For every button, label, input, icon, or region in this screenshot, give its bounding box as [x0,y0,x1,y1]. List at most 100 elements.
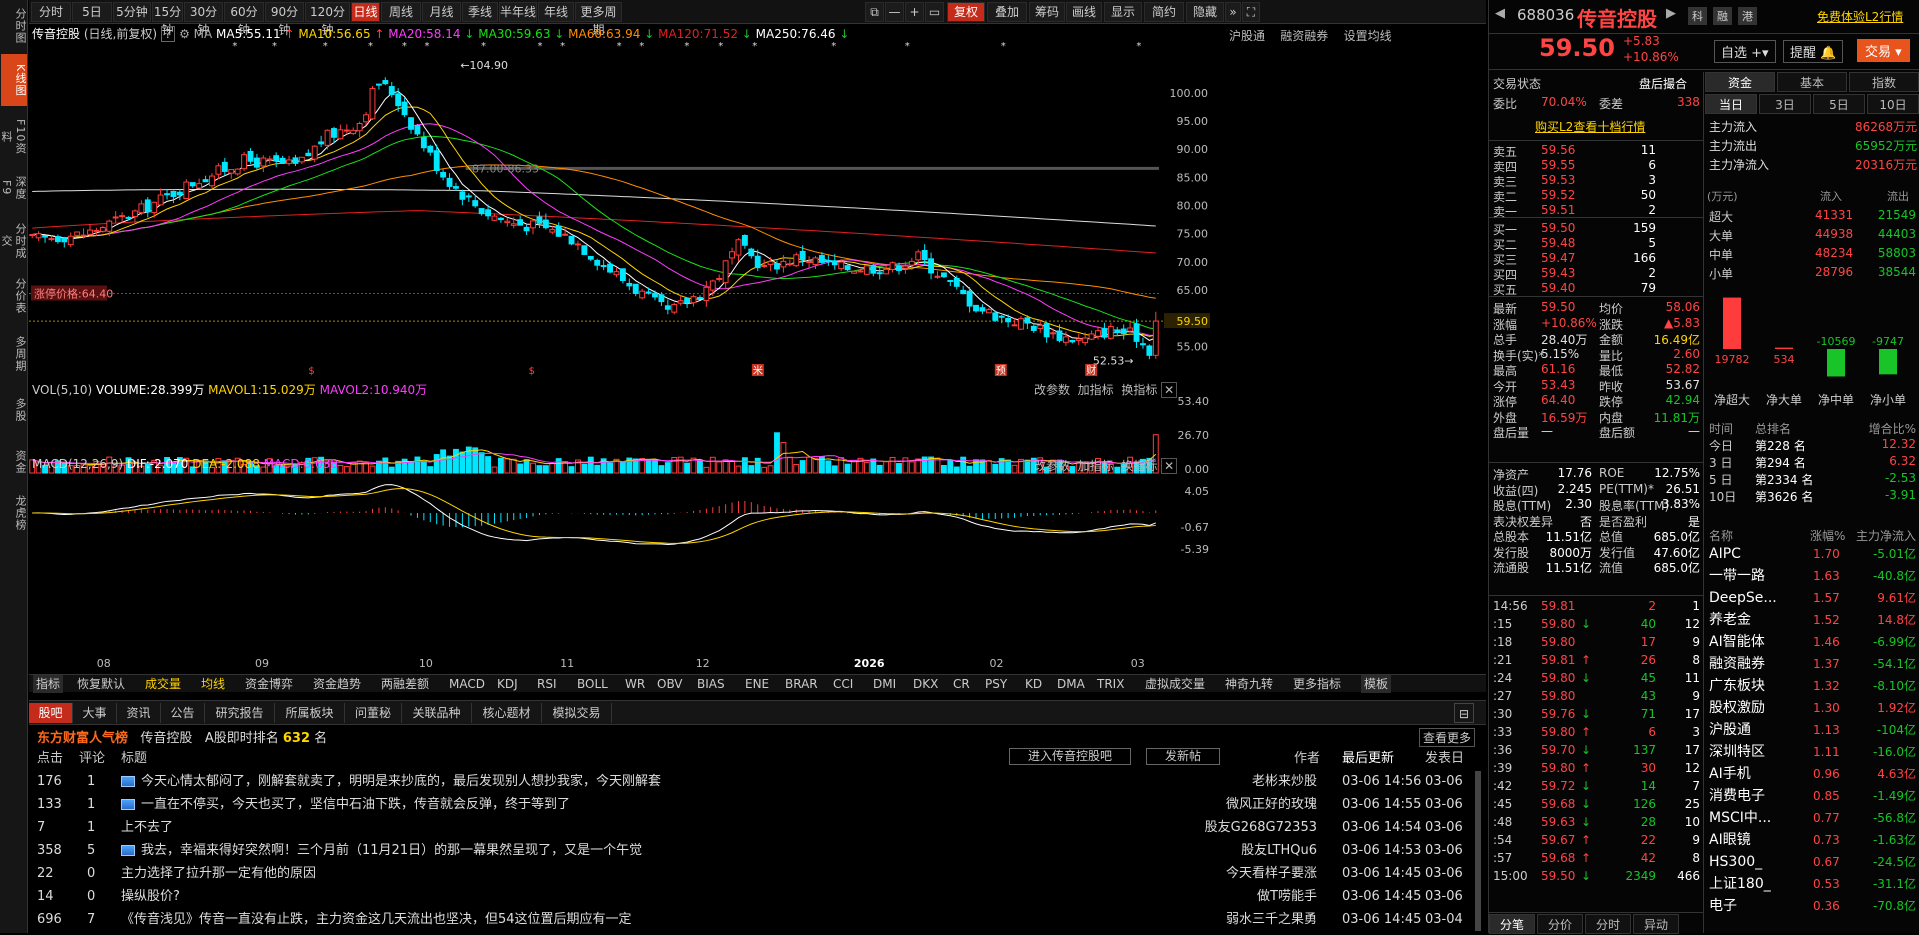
indicator-tab-27[interactable]: 模板 [1361,675,1392,693]
bids-level[interactable]: 买二 59.48 5 [1489,236,1704,252]
period-tab-9[interactable]: 周线 [381,2,421,22]
close-icon[interactable]: ✕ [1161,382,1178,398]
sector-row[interactable]: 消费电子 0.85 -1.49亿 [1705,785,1919,807]
post-title[interactable]: 操纵股价? [121,886,180,908]
link-ma-settings[interactable]: 设置均线 [1344,29,1392,43]
indicator-tab-19[interactable]: CR [953,675,970,693]
indicator-tab-7[interactable]: MACD [449,675,485,693]
indicator-tab-18[interactable]: DKX [913,675,938,693]
rail-item-0[interactable]: 分时图 [1,2,27,50]
asks-level[interactable]: 卖五 59.56 11 [1489,143,1704,159]
col-updated[interactable]: 最后更新 [1342,747,1394,766]
rail-item-7[interactable]: 多股 [1,386,27,434]
sector-row[interactable]: 一带一路 1.63 -40.8亿 [1705,565,1919,587]
fund-subtab-1[interactable]: 3日 [1759,94,1811,114]
sector-row[interactable]: 沪股通 1.13 -104亿 [1705,719,1919,741]
post-row[interactable]: 358 5 我去，幸福来得好突然啊！三个月前（11月21日）的那一幕果然呈现了，又是… [29,840,1479,862]
tick-tab-2[interactable]: 分时 [1585,914,1631,934]
period-tab-11[interactable]: 季线 [462,2,498,22]
post-row[interactable]: 22 0 主力选择了拉升那一定有他的原因 今天看样子要涨 03-06 14:45 03-0… [29,863,1479,885]
post-author[interactable]: 老彬来炒股 [1252,771,1317,793]
tool-button-3[interactable]: 画线 [1066,2,1102,22]
rail-item-4[interactable]: 分时成交 [0,214,27,268]
event-marker[interactable]: 米 [751,364,764,377]
indicator-tab-13[interactable]: BIAS [697,675,725,693]
sector-row[interactable]: AI眼镜 0.73 -1.63亿 [1705,829,1919,851]
new-post-button[interactable]: 发新帖 [1146,748,1221,765]
sector-row[interactable]: 电子 0.36 -70.8亿 [1705,895,1919,917]
tool-button-5[interactable]: 简约 [1144,2,1184,22]
asks-level[interactable]: 卖三 59.53 3 [1489,173,1704,189]
post-title[interactable]: 一直在不停买，今天也买了，坚信中石油下跌，传音就会反弹，终于等到了 [141,794,570,816]
bids-level[interactable]: 买五 59.40 79 [1489,281,1704,297]
indicator-tab-21[interactable]: KD [1025,675,1042,693]
period-tab-10[interactable]: 月线 [422,2,461,22]
indicator-tab-11[interactable]: WR [625,675,645,693]
alert-button[interactable]: 提醒 🔔 [1783,40,1844,63]
indicator-tab-25[interactable]: 神奇九转 [1225,675,1273,693]
indicator-tab-4[interactable]: 资金博弈 [245,675,293,693]
period-tab-6[interactable]: 90分钟 [265,2,304,37]
indicator-tab-2[interactable]: 成交量 [145,675,181,693]
macd-add-indicator[interactable]: 加指标 [1078,459,1114,473]
post-title[interactable]: 今天心情太郁闷了，刚解套就卖了，明明是来抄底的，最后发现别人想抄我家，今天刚解套 [141,771,661,793]
tool-button-2[interactable]: 筹码 [1029,2,1065,22]
rail-item-9[interactable]: 龙虎榜 [1,488,27,538]
sector-row[interactable]: 融资融券 1.37 -54.1亿 [1705,653,1919,675]
sector-row[interactable]: AI手机 0.96 4.63亿 [1705,763,1919,785]
indicator-tab-8[interactable]: KDJ [497,675,518,693]
post-author[interactable]: 股友LTHQu6 [1241,840,1317,862]
frame-icon[interactable]: ▭ [925,2,944,22]
period-tab-12[interactable]: 半年线 [499,2,537,22]
post-author[interactable]: 做T唠能手 [1257,886,1317,908]
tool-button-4[interactable]: 显示 [1104,2,1142,22]
tick-tab-3[interactable]: 异动 [1633,914,1679,934]
indicator-tab-1[interactable]: 恢复默认 [77,675,125,693]
watchlist-button[interactable]: 自选 +▾ [1714,40,1776,63]
vol-add-indicator[interactable]: 加指标 [1078,383,1114,397]
trade-button[interactable]: 交易 ▾ [1857,39,1910,62]
fullscreen-icon[interactable]: ⛶ [1242,2,1260,22]
plus-icon[interactable]: + [905,2,924,22]
indicator-tab-20[interactable]: PSY [985,675,1007,693]
bottom-tab-3[interactable]: 公告 [161,703,205,723]
indicator-tab-17[interactable]: DMI [873,675,896,693]
sector-row[interactable]: MSCI中... 0.77 -56.8亿 [1705,807,1919,829]
link-margin[interactable]: 融资融券 [1280,29,1328,43]
bids-level[interactable]: 买三 59.47 166 [1489,251,1704,267]
sector-row[interactable]: 股权激励 1.30 1.92亿 [1705,697,1919,719]
period-tab-4[interactable]: 30分钟 [184,2,223,37]
event-marker[interactable]: 预 [994,364,1007,377]
period-tab-13[interactable]: 年线 [538,2,574,22]
sector-row[interactable]: 深圳特区 1.11 -16.0亿 [1705,741,1919,763]
bottom-tab-8[interactable]: 核心题材 [472,703,542,723]
bottom-tab-2[interactable]: 资讯 [117,703,161,723]
minus-icon[interactable]: — [885,2,904,22]
bids-level[interactable]: 买四 59.43 2 [1489,266,1704,282]
indicator-tab-24[interactable]: 虚拟成交量 [1145,675,1205,693]
macd-swap-indicator[interactable]: 换指标 [1121,459,1157,473]
asks-level[interactable]: 卖一 59.51 2 [1489,203,1704,219]
rail-item-8[interactable]: 资金 [1,440,27,484]
post-author[interactable]: 微风正好的玫瑰 [1226,794,1317,816]
sector-row[interactable]: 养老金 1.52 14.8亿 [1705,609,1919,631]
bottom-tab-5[interactable]: 所属板块 [275,703,345,723]
indicator-tab-22[interactable]: DMA [1057,675,1085,693]
asks-level[interactable]: 卖四 59.55 6 [1489,158,1704,174]
bottom-tab-9[interactable]: 模拟交易 [542,703,612,723]
post-title[interactable]: 主力选择了拉升那一定有他的原因 [121,863,316,885]
close-icon[interactable]: ✕ [1161,458,1178,474]
tick-tab-0[interactable]: 分笔 [1489,914,1535,934]
post-row[interactable]: 7 1 上不去了 股友G268G72353 03-06 14:54 03-06 [29,817,1479,839]
next-stock-icon[interactable]: ▶ [1666,6,1676,21]
sector-row[interactable]: AI智能体 1.46 -6.99亿 [1705,631,1919,653]
period-tab-0[interactable]: 分时 [31,2,71,22]
period-tab-8[interactable]: 日线 [351,2,380,22]
sector-row[interactable]: AIPC 1.70 -5.01亿 [1705,543,1919,565]
candlestick-chart[interactable]: $ $ 米预财* * * * * * * * * * * * * * * * * *←104.9052.53→87.0… [29,39,1209,379]
bottom-tab-4[interactable]: 研究报告 [205,703,275,723]
dock-icon[interactable]: ⊟ [1454,703,1474,723]
indicator-tab-15[interactable]: BRAR [785,675,818,693]
fund-subtab-2[interactable]: 5日 [1813,94,1865,114]
sector-row[interactable]: 广东板块 1.32 -8.10亿 [1705,675,1919,697]
